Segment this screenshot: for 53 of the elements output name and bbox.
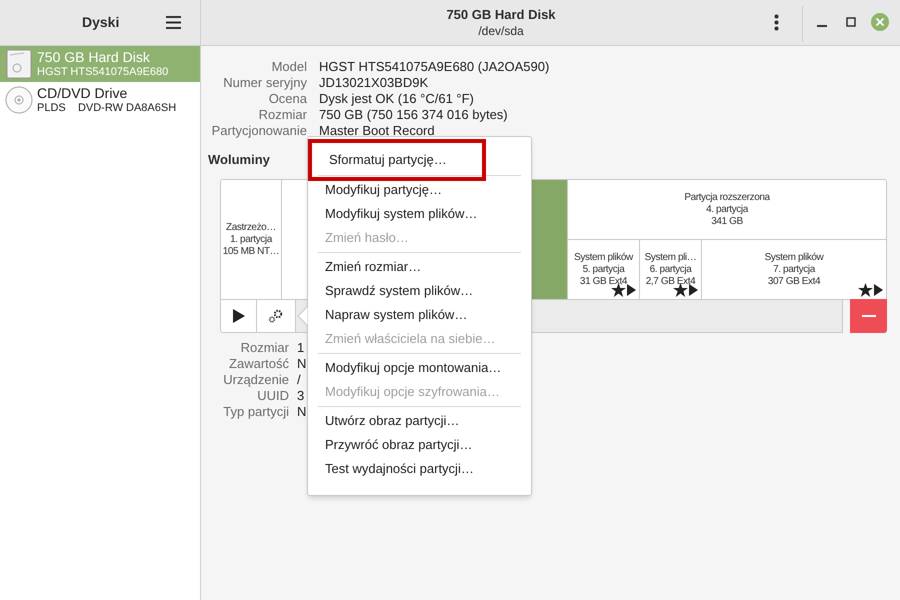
field-label: Model bbox=[270, 59, 307, 75]
minus-icon bbox=[862, 315, 876, 317]
play-icon bbox=[689, 284, 698, 296]
delete-button[interactable] bbox=[850, 299, 887, 333]
menu-item[interactable]: Utwórz obraz partycji… bbox=[308, 409, 531, 433]
field-value: N bbox=[297, 404, 306, 420]
menu-item: Zmień hasło… bbox=[324, 229, 410, 248]
menu-item[interactable]: Modyfikuj system plików… bbox=[308, 202, 531, 226]
field-label: Typ partycji bbox=[222, 404, 289, 420]
field-label: Zawartość bbox=[228, 356, 289, 372]
field-label: Rozmiar bbox=[240, 340, 289, 356]
menu-item[interactable]: Napraw system plików… bbox=[308, 303, 531, 327]
field-value: HGST HTS541075A9E680 (JA2OA590) bbox=[319, 59, 550, 75]
star-icon bbox=[673, 283, 688, 297]
field-label: Partycjonowanie bbox=[210, 123, 307, 139]
window-title: 750 GB Hard Disk bbox=[446, 6, 556, 22]
menu-item: Zmień właściciela na siebie… bbox=[324, 330, 497, 348]
field-value: Dysk jest OK (16 °C/61 °F) bbox=[319, 91, 475, 107]
field-value: N bbox=[297, 356, 306, 372]
optical-disc-icon bbox=[5, 86, 33, 114]
field-value: JD13021X03BD9K bbox=[319, 75, 430, 91]
field-value: Master Boot Record bbox=[319, 123, 436, 139]
gears-icon bbox=[268, 309, 284, 323]
menu-item: Modyfikuj opcje szyfrowania… bbox=[324, 383, 501, 402]
field-label: Urządzenie bbox=[222, 372, 289, 388]
mount-button[interactable] bbox=[220, 299, 257, 333]
menu-item[interactable]: Przywróć obraz partycji… bbox=[308, 433, 531, 457]
more-options-icon[interactable] bbox=[774, 14, 779, 31]
field-value: 3 bbox=[297, 388, 306, 404]
field-value: / bbox=[297, 372, 302, 388]
menu-icon[interactable] bbox=[166, 16, 181, 29]
field-label: Rozmiar bbox=[258, 107, 307, 123]
menu-item[interactable]: Test wydajności partycji… bbox=[308, 457, 531, 481]
menu-item[interactable]: Modyfikuj opcje montowania… bbox=[308, 356, 531, 380]
menu-item[interactable]: Sprawdź system plików… bbox=[308, 279, 531, 303]
field-label: Numer seryjny bbox=[222, 75, 307, 91]
menu-item[interactable]: Zmień rozmiar… bbox=[308, 255, 531, 279]
star-icon bbox=[858, 283, 873, 297]
menu-item[interactable]: Modyfikuj partycję… bbox=[308, 178, 531, 202]
section-heading: Woluminy bbox=[208, 151, 270, 169]
partition-segment[interactable]: Zastrzeżo… 1. partycja 105 MB NT… bbox=[221, 180, 282, 299]
field-value: 750 GB (750 156 374 016 bytes) bbox=[319, 107, 509, 123]
field-label: UUID bbox=[256, 388, 289, 404]
field-value: 1 bbox=[297, 340, 306, 356]
sidebar-title: Dyski bbox=[82, 13, 120, 32]
partition-segment[interactable]: Partycja rozszerzona 4. partycja 341 GB bbox=[568, 180, 886, 240]
play-icon bbox=[232, 309, 244, 323]
play-icon bbox=[874, 284, 883, 296]
window-subtitle: /dev/sda bbox=[478, 22, 524, 38]
field-label: Ocena bbox=[268, 91, 307, 107]
star-icon bbox=[611, 283, 626, 297]
maximize-icon[interactable] bbox=[846, 17, 856, 27]
play-icon bbox=[627, 284, 636, 296]
